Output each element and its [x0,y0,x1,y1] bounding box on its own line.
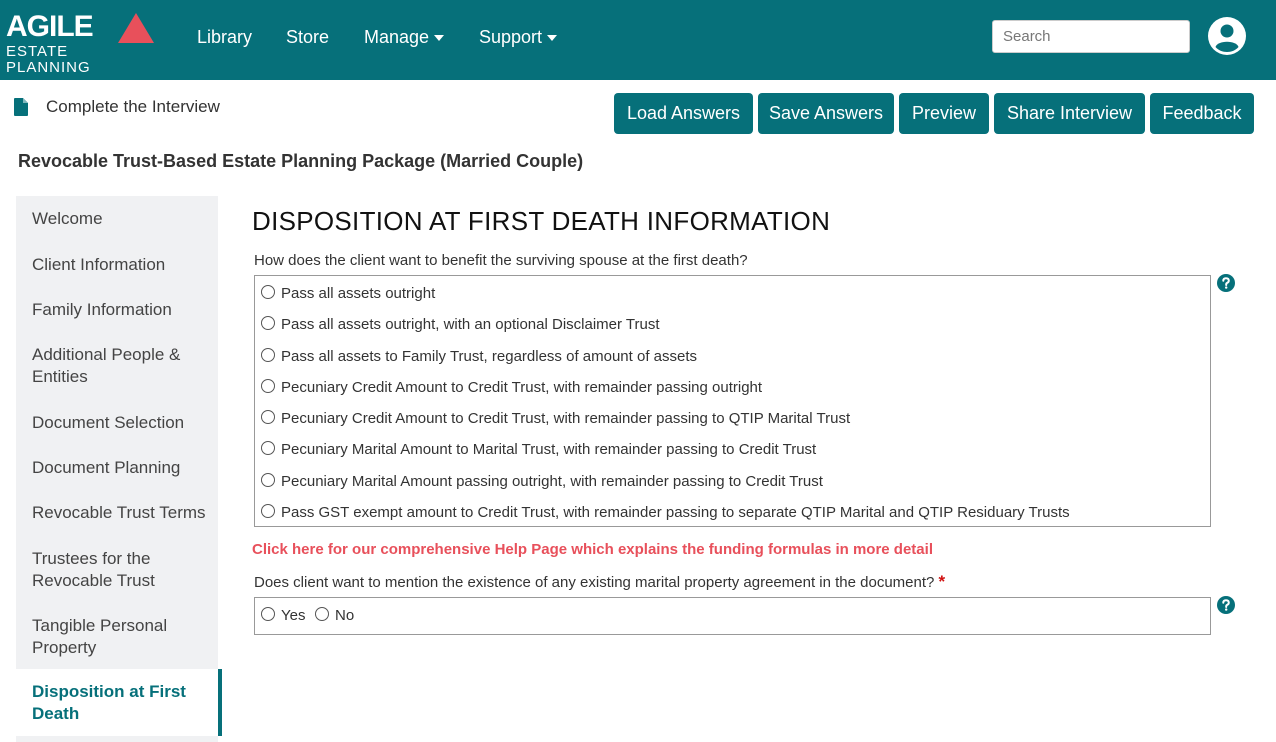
nav-support-label: Support [479,27,543,47]
radio-button[interactable] [261,607,275,621]
option-marital-credit[interactable]: Pecuniary Marital Amount to Marital Trus… [261,439,816,461]
radio-button[interactable] [261,441,275,455]
top-navbar: AGILE ESTATE PLANNING Library Store Mana… [0,0,1276,80]
sidebar-item-tangible-personal-property[interactable]: Tangible Personal Property [32,615,212,659]
logo-wordmark: AGILE [6,10,94,43]
sidebar-item-client-information[interactable]: Client Information [32,254,212,276]
option-label: Yes [281,607,306,624]
sidebar-item-document-planning[interactable]: Document Planning [32,457,212,479]
radio-button[interactable] [261,316,275,330]
option-credit-qtip[interactable]: Pecuniary Credit Amount to Credit Trust,… [261,408,850,430]
caret-down-icon [434,35,445,42]
nav-manage-dropdown[interactable]: Manage [364,26,445,48]
option-credit-outright[interactable]: Pecuniary Credit Amount to Credit Trust,… [261,377,762,399]
option-label: No [335,607,355,624]
nav-manage-label: Manage [364,27,430,47]
brand-logo[interactable]: AGILE ESTATE PLANNING [6,10,156,76]
option-no[interactable]: No [315,605,354,627]
option-label: Pass all assets outright [281,285,436,302]
feedback-button[interactable]: Feedback [1150,93,1254,134]
sidebar-item-disposition-active[interactable]: Disposition at First Death [16,669,222,736]
option-label: Pass all assets to Family Trust, regardl… [281,348,698,365]
option-pass-all-disclaimer[interactable]: Pass all assets outright, with an option… [261,314,660,336]
question-benefit-spouse: How does the client want to benefit the … [254,252,748,269]
radio-button[interactable] [261,504,275,518]
nav-library[interactable]: Library [197,26,252,48]
benefit-options-group: Pass all assets outright Pass all assets… [254,275,1211,527]
page-heading: Complete the Interview [46,97,220,116]
sidebar-active-label: Disposition at First Death [32,682,186,723]
sidebar-item-document-selection[interactable]: Document Selection [32,412,212,434]
logo-subtitle: ESTATE PLANNING [6,43,91,76]
radio-button[interactable] [261,473,275,487]
question-text: Does client want to mention the existenc… [254,574,935,591]
sidebar-item-additional-people[interactable]: Additional People & Entities [32,344,212,388]
section-title: DISPOSITION AT FIRST DEATH INFORMATION [252,206,831,236]
question-circle-icon[interactable] [1217,274,1235,292]
option-label: Pecuniary Credit Amount to Credit Trust,… [281,379,763,396]
option-pass-all-outright[interactable]: Pass all assets outright [261,283,435,305]
option-family-trust[interactable]: Pass all assets to Family Trust, regardl… [261,346,697,368]
caret-down-icon [547,35,558,42]
option-yes[interactable]: Yes [261,605,305,627]
file-icon [14,98,28,116]
user-circle-icon[interactable] [1208,17,1246,55]
sidebar-item-revocable-trust-terms[interactable]: Revocable Trust Terms [32,502,212,524]
required-marker: * [938,572,946,591]
option-label: Pecuniary Marital Amount passing outrigh… [281,473,823,490]
save-answers-button[interactable]: Save Answers [758,93,894,134]
funding-formulas-help-link[interactable]: Click here for our comprehensive Help Pa… [252,541,933,559]
option-label: Pecuniary Marital Amount to Marital Trus… [281,441,817,458]
nav-library-label: Library [197,27,253,47]
radio-button[interactable] [261,348,275,362]
sidebar-item-family-information[interactable]: Family Information [32,299,212,321]
option-label: Pass GST exempt amount to Credit Trust, … [281,504,1070,521]
option-label: Pecuniary Credit Amount to Credit Trust,… [281,410,851,427]
question-marital-agreement: Does client want to mention the existenc… [254,573,945,592]
marital-agreement-options-group: Yes No [254,597,1211,635]
nav-support-dropdown[interactable]: Support [479,26,558,48]
radio-button[interactable] [261,410,275,424]
nav-store-label: Store [286,27,330,47]
radio-button[interactable] [261,379,275,393]
share-interview-button[interactable]: Share Interview [994,93,1145,134]
sidebar-item-welcome[interactable]: Welcome [32,208,212,230]
interview-sidebar: Welcome Client Information Family Inform… [16,196,218,742]
option-marital-outright[interactable]: Pecuniary Marital Amount passing outrigh… [261,471,823,493]
logo-triangle-icon [118,13,154,43]
load-answers-button[interactable]: Load Answers [614,93,753,134]
option-gst-exempt[interactable]: Pass GST exempt amount to Credit Trust, … [261,502,1070,524]
radio-button[interactable] [315,607,329,621]
sidebar-item-trustees[interactable]: Trustees for the Revocable Trust [32,548,212,592]
preview-button[interactable]: Preview [899,93,989,134]
option-label: Pass all assets outright, with an option… [281,316,660,333]
nav-store[interactable]: Store [286,26,329,48]
question-circle-icon[interactable] [1217,596,1235,614]
package-title: Revocable Trust-Based Estate Planning Pa… [18,151,584,171]
radio-button[interactable] [261,285,275,299]
search-input[interactable] [992,20,1190,53]
